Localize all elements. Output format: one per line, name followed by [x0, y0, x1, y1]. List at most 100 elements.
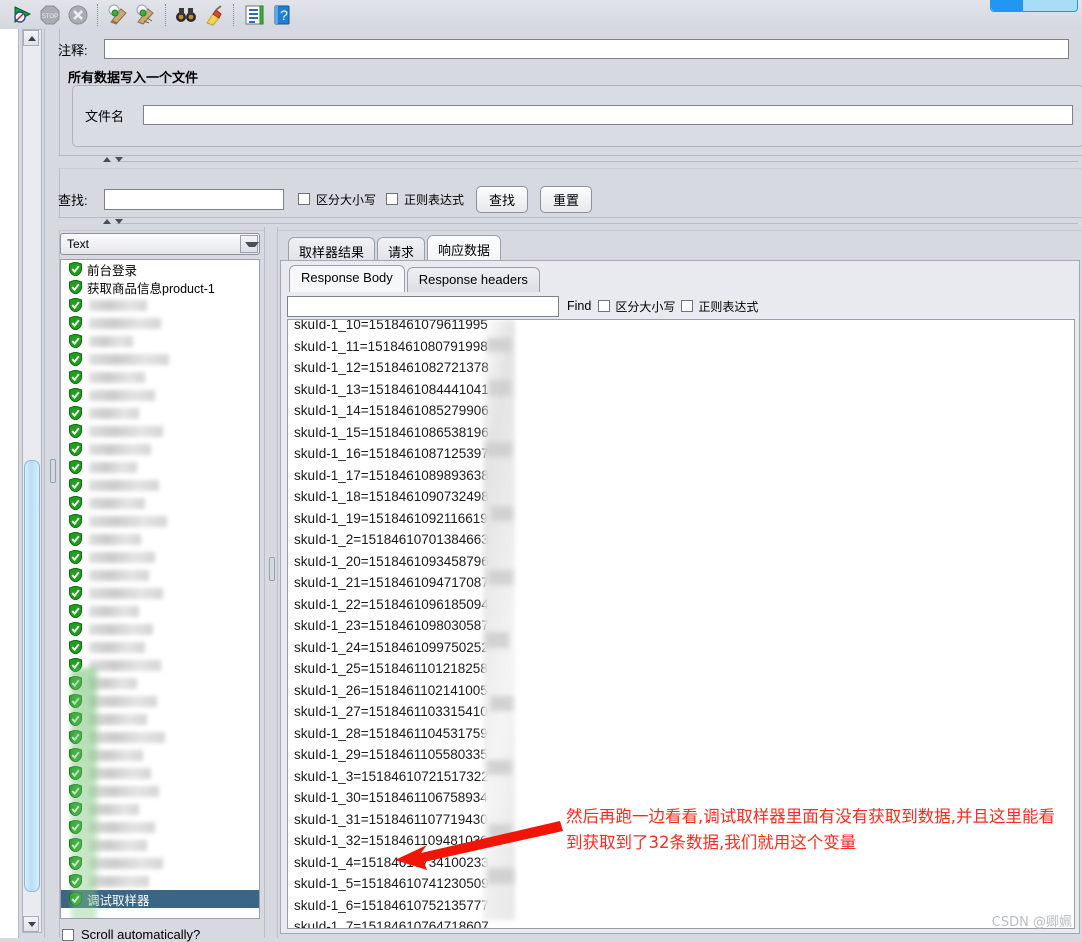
filename-input[interactable]	[143, 105, 1073, 125]
scroll-down-arrow-icon[interactable]	[23, 916, 39, 932]
shutdown-button[interactable]	[64, 2, 92, 28]
filename-row: 文件名	[85, 105, 1073, 125]
status-success-icon	[69, 585, 82, 601]
collapse-bar-upper[interactable]	[58, 155, 1082, 169]
redacted-label	[89, 749, 143, 761]
redacted-label	[89, 479, 159, 491]
tree-item[interactable]	[61, 566, 259, 584]
status-success-icon	[69, 603, 82, 619]
tree-item[interactable]	[61, 638, 259, 656]
tree-item[interactable]	[61, 350, 259, 368]
find-button[interactable]: 查找	[476, 185, 529, 213]
tree-item[interactable]	[61, 458, 259, 476]
response-subtab-strip[interactable]: Response Body Response headers	[289, 265, 542, 292]
tree-item[interactable]	[61, 530, 259, 548]
tree-item[interactable]: 前台登录	[61, 260, 259, 278]
question-book-icon[interactable]: ?	[268, 2, 296, 28]
render-format-value: Text	[67, 237, 90, 251]
status-success-icon	[69, 639, 82, 655]
redacted-label	[89, 767, 151, 779]
binoculars-icon[interactable]	[172, 2, 200, 28]
search-input[interactable]	[104, 188, 284, 210]
redacted-label	[89, 821, 155, 833]
redacted-label	[89, 497, 145, 509]
toolbar-separator-3	[233, 3, 235, 26]
toolbar-separator-1	[97, 3, 99, 26]
response-line: skuId-1_5=15184610741230509	[294, 876, 489, 891]
clear-button[interactable]	[104, 2, 132, 28]
reset-button[interactable]: 重置	[540, 185, 593, 213]
render-format-combo[interactable]: Text	[60, 233, 260, 255]
tree-item[interactable]	[61, 386, 259, 404]
tree-item[interactable]	[61, 368, 259, 386]
caret-up-icon-2[interactable]	[103, 219, 111, 224]
redacted-label	[89, 569, 149, 581]
response-line: skuId-1_10=1518461079611995	[294, 319, 488, 332]
response-line: skuId-1_21=1518461094717087	[294, 575, 489, 590]
response-subtab[interactable]: Response Body	[289, 265, 405, 292]
search-label: 查找:	[58, 192, 88, 208]
response-line: skuId-1_16=1518461087125397	[294, 446, 489, 461]
collapse-rule-2	[116, 223, 1078, 224]
search-case-sensitive-checkbox[interactable]	[298, 193, 310, 205]
tree-item[interactable]	[61, 422, 259, 440]
response-regex-checkbox[interactable]	[681, 300, 694, 312]
tree-item[interactable]	[61, 584, 259, 602]
response-line: skuId-1_14=1518461085279906	[294, 403, 489, 418]
response-subtab[interactable]: Response headers	[406, 267, 540, 292]
tree-item[interactable]	[61, 314, 259, 332]
annotation-arrow-icon	[395, 821, 563, 870]
response-find-input[interactable]	[287, 295, 559, 317]
status-success-icon	[69, 513, 82, 529]
response-line: skuId-1_3=15184610721517322	[294, 768, 489, 784]
response-line: skuId-1_19=1518461092116619	[294, 510, 488, 526]
tree-item[interactable]	[61, 548, 259, 566]
clear-all-button[interactable]	[132, 2, 160, 28]
tree-item[interactable]	[61, 494, 259, 512]
redacted-label	[89, 335, 133, 347]
collapse-arrows-lower[interactable]	[103, 219, 123, 224]
caret-down-icon[interactable]	[115, 157, 123, 162]
tree-item[interactable]: 获取商品信息product-1	[61, 278, 259, 296]
tree-item[interactable]	[61, 440, 259, 458]
tree-item[interactable]	[61, 296, 259, 314]
comment-row: 注释:	[58, 37, 1082, 61]
notes-list-icon[interactable]	[240, 2, 268, 28]
redacted-label	[89, 299, 147, 311]
caret-down-icon-2[interactable]	[115, 219, 123, 224]
redacted-label	[89, 551, 155, 563]
tree-item[interactable]	[61, 404, 259, 422]
redacted-label	[89, 857, 163, 869]
main-vertical-scrollbar[interactable]	[22, 29, 42, 933]
redacted-label	[89, 371, 145, 383]
tree-item[interactable]	[61, 620, 259, 638]
response-line: skuId-1_15=1518461086538196	[294, 424, 489, 440]
scroll-automatically-checkbox[interactable]	[62, 928, 74, 941]
chevron-down-icon[interactable]	[240, 235, 259, 253]
redacted-label	[89, 623, 153, 635]
search-regex-checkbox[interactable]	[386, 193, 399, 205]
redacted-label	[89, 317, 161, 329]
redacted-label	[89, 587, 163, 599]
caret-up-icon[interactable]	[103, 157, 111, 162]
scroll-automatically-row[interactable]: Scroll automatically?	[62, 927, 200, 942]
comment-input[interactable]	[104, 39, 1069, 59]
tree-item[interactable]	[61, 332, 259, 350]
tree-item[interactable]	[61, 476, 259, 494]
app-body: 注释: 所有数据写入一个文件 文件名 查找: 区分大小写 正则表达式 查找 重置…	[0, 29, 1082, 942]
stop-button[interactable]: STOP	[36, 2, 64, 28]
redacted-label	[89, 839, 147, 851]
window-control-overlay[interactable]	[990, 0, 1078, 12]
broom-yellow-icon[interactable]	[200, 2, 228, 28]
scrollbar-thumb[interactable]	[24, 460, 40, 892]
tree-item[interactable]	[61, 602, 259, 620]
sampler-result-tree[interactable]: 前台登录 获取商品信息product-1 调试取样器	[60, 259, 260, 919]
comment-label: 注释:	[58, 42, 88, 58]
start-button[interactable]	[8, 2, 36, 28]
status-success-icon	[69, 441, 82, 457]
collapse-arrows-upper[interactable]	[103, 157, 123, 162]
response-case-sensitive-checkbox[interactable]	[598, 300, 611, 312]
tree-item[interactable]	[61, 512, 259, 530]
scroll-up-arrow-icon[interactable]	[23, 30, 39, 46]
redacted-label	[89, 425, 163, 437]
